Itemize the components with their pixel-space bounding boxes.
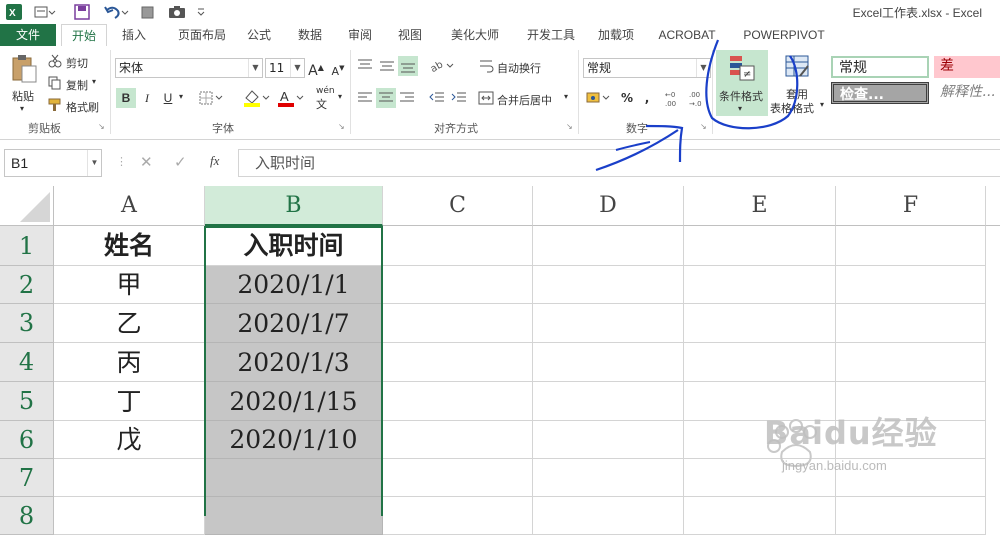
worksheet-grid[interactable]: A B C D E F 1 姓名 入职时间 2 甲 2020/1/1 3 乙 2020/1/7 4… [0,39,1000,535]
annotation-arrow [595,124,684,172]
annotation-overlay [595,39,799,172]
annotation-circle [705,39,799,130]
